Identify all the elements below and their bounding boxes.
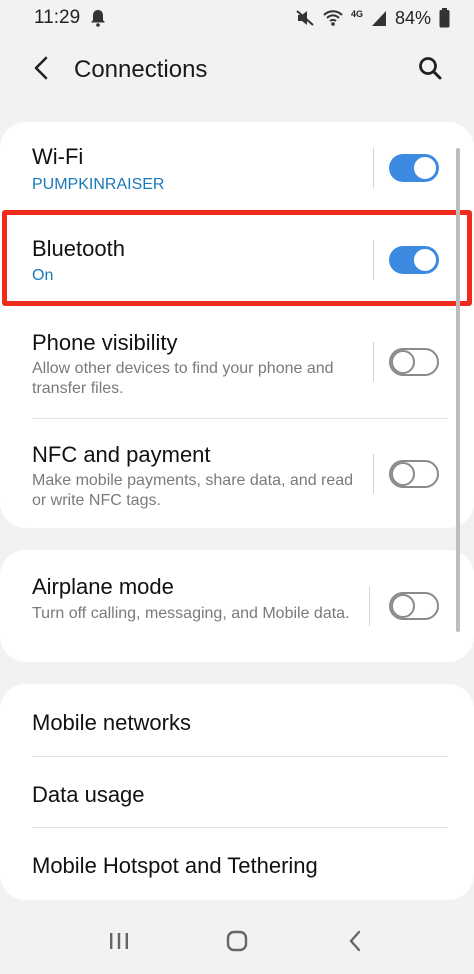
wifi-title: Wi-Fi bbox=[32, 144, 84, 169]
data-usage-row[interactable]: Data usage bbox=[0, 757, 474, 827]
nav-back-button[interactable] bbox=[333, 921, 377, 965]
nfc-divider bbox=[373, 454, 374, 494]
airplane-mode-row[interactable]: Airplane mode Turn off calling, messagin… bbox=[0, 550, 474, 662]
status-time: 11:29 bbox=[34, 7, 81, 28]
airplane-mode-divider bbox=[369, 586, 370, 626]
network-type-label: 4G bbox=[350, 9, 363, 19]
phone-visibility-toggle[interactable] bbox=[389, 348, 439, 376]
wifi-icon bbox=[323, 9, 343, 27]
wifi-divider bbox=[373, 148, 374, 188]
back-icon bbox=[348, 930, 362, 957]
search-button[interactable] bbox=[412, 50, 448, 90]
battery-percentage: 84% bbox=[394, 7, 431, 28]
search-icon bbox=[418, 56, 442, 85]
signal-icon bbox=[371, 9, 387, 27]
nfc-toggle-knob bbox=[391, 462, 415, 486]
nfc-toggle[interactable] bbox=[389, 460, 439, 488]
airplane-mode-description: Turn off calling, messaging, and Mobile … bbox=[32, 605, 350, 622]
phone-visibility-title: Phone visibility bbox=[32, 330, 178, 355]
mobile-hotspot-row[interactable]: Mobile Hotspot and Tethering bbox=[0, 828, 474, 900]
recent-apps-button[interactable] bbox=[97, 921, 141, 965]
page-title: Connections bbox=[74, 56, 208, 83]
phone-visibility-toggle-knob bbox=[391, 350, 415, 374]
data-usage-title: Data usage bbox=[32, 782, 145, 807]
status-bar: 11:29 4G 84% bbox=[0, 0, 474, 36]
airplane-mode-toggle-knob bbox=[391, 594, 415, 618]
home-button[interactable] bbox=[215, 921, 259, 965]
wifi-network-name: PUMPKINRAISER bbox=[32, 176, 165, 193]
phone-visibility-row[interactable]: Phone visibility Allow other devices to … bbox=[0, 310, 474, 418]
nfc-title: NFC and payment bbox=[32, 442, 211, 467]
wifi-toggle[interactable] bbox=[389, 154, 439, 182]
back-arrow-icon bbox=[34, 56, 48, 85]
app-bar: Connections bbox=[0, 36, 474, 104]
mobile-networks-title: Mobile networks bbox=[32, 710, 191, 735]
nfc-description: Make mobile payments, share data, and re… bbox=[32, 472, 354, 509]
back-button[interactable] bbox=[26, 50, 56, 90]
phone-visibility-divider bbox=[373, 342, 374, 382]
mobile-hotspot-title: Mobile Hotspot and Tethering bbox=[32, 853, 318, 878]
phone-visibility-description: Allow other devices to find your phone a… bbox=[32, 360, 334, 397]
mobile-networks-row[interactable]: Mobile networks bbox=[0, 684, 474, 756]
recent-apps-icon bbox=[108, 932, 130, 955]
airplane-mode-title: Airplane mode bbox=[32, 574, 174, 599]
nfc-row[interactable]: NFC and payment Make mobile payments, sh… bbox=[0, 420, 474, 528]
navigation-bar bbox=[0, 912, 474, 974]
airplane-mode-toggle[interactable] bbox=[389, 592, 439, 620]
scrollbar[interactable] bbox=[456, 148, 460, 632]
mute-icon bbox=[295, 9, 315, 27]
wifi-row[interactable]: Wi-Fi PUMPKINRAISER bbox=[0, 122, 474, 212]
bluetooth-highlight-box bbox=[2, 210, 472, 306]
battery-icon bbox=[439, 8, 450, 28]
home-icon bbox=[226, 930, 248, 957]
notification-bell-icon bbox=[90, 9, 106, 27]
row-divider bbox=[32, 418, 448, 419]
wifi-toggle-knob bbox=[412, 155, 438, 181]
